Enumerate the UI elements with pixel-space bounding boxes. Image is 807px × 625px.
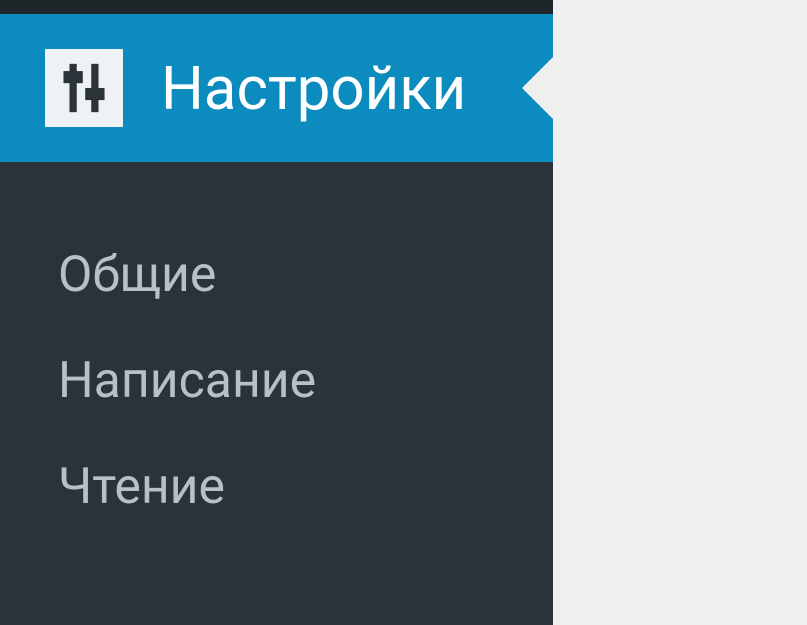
submenu-item-writing[interactable]: Написание: [0, 328, 553, 434]
sliders-icon: [45, 49, 123, 127]
sidebar-settings-header[interactable]: Настройки: [0, 14, 553, 162]
top-bar-strip: [0, 0, 553, 14]
admin-sidebar: Настройки Общие Написание Чтение: [0, 0, 553, 625]
submenu-item-general[interactable]: Общие: [0, 222, 553, 328]
submenu-item-reading[interactable]: Чтение: [0, 434, 553, 540]
submenu-item-label: Общие: [58, 246, 216, 304]
settings-submenu: Общие Написание Чтение: [0, 162, 553, 540]
submenu-item-label: Чтение: [58, 458, 225, 516]
submenu-item-label: Написание: [58, 352, 316, 410]
settings-header-label: Настройки: [161, 53, 466, 124]
